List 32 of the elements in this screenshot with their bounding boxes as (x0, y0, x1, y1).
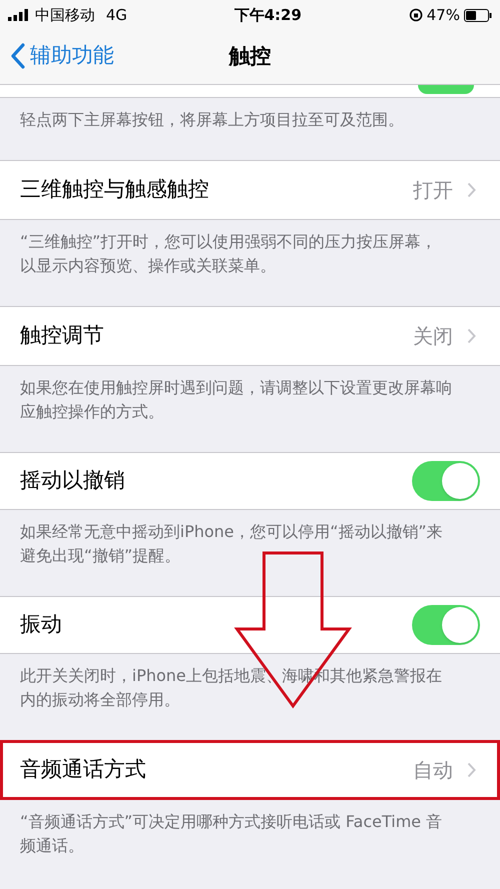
footer-note: 轻点两下主屏幕按钮，将屏幕上方项目拉至可及范围。 (20, 109, 405, 131)
row-value: 打开 (413, 177, 453, 204)
row-value: 关闭 (413, 323, 453, 350)
toggle-switch[interactable] (412, 461, 480, 501)
footer-note: 如果您在使用触控屏时遇到问题，请调整以下设置更改屏幕响应触控操作的方式。 (20, 377, 452, 423)
row-label: 振动 (20, 611, 62, 638)
footer-note: 如果经常无意中摇动到iPhone，您可以停用“摇动以撤销”来避免出现“撤销”提醒。 (20, 521, 444, 567)
carrier-name: 中国移动 (35, 4, 95, 26)
back-button[interactable]: 辅助功能 (10, 40, 114, 72)
page-title: 触控 (229, 43, 271, 70)
settings-row[interactable]: 触控调节 关闭 (0, 306, 500, 366)
network-type: 4G (106, 4, 128, 26)
settings-row[interactable]: 三维触控与触感触控 打开 (0, 160, 500, 220)
clock-time: 下午4:29 (234, 4, 302, 26)
signal-icon (8, 9, 30, 21)
toggle-switch[interactable] (418, 85, 474, 94)
chevron-icon (467, 328, 476, 344)
footer-note: “三维触控”打开时，您可以使用强弱不同的压力按压屏幕，以显示内容预览、操作或关联菜单。 (20, 231, 438, 277)
row-label: 摇动以撤销 (20, 467, 125, 494)
row-label: 触控调节 (20, 322, 104, 350)
row-label: 三维触控与触感触控 (20, 176, 209, 204)
rotation-lock-icon (408, 8, 423, 22)
row-value: 自动 (413, 757, 453, 784)
chevron-icon (467, 762, 476, 778)
footer-note: “音频通话方式”可决定用哪种方式接听电话或 FaceTime 音频通话。 (20, 811, 444, 857)
back-chevron-icon (10, 42, 26, 69)
chevron-icon (467, 182, 476, 198)
settings-row[interactable]: 音频通话方式 自动 (0, 740, 500, 800)
toggle-switch[interactable] (412, 605, 480, 645)
battery-icon (464, 8, 492, 22)
row-label: 音频通话方式 (20, 756, 146, 784)
battery-percent: 47% (426, 4, 460, 26)
